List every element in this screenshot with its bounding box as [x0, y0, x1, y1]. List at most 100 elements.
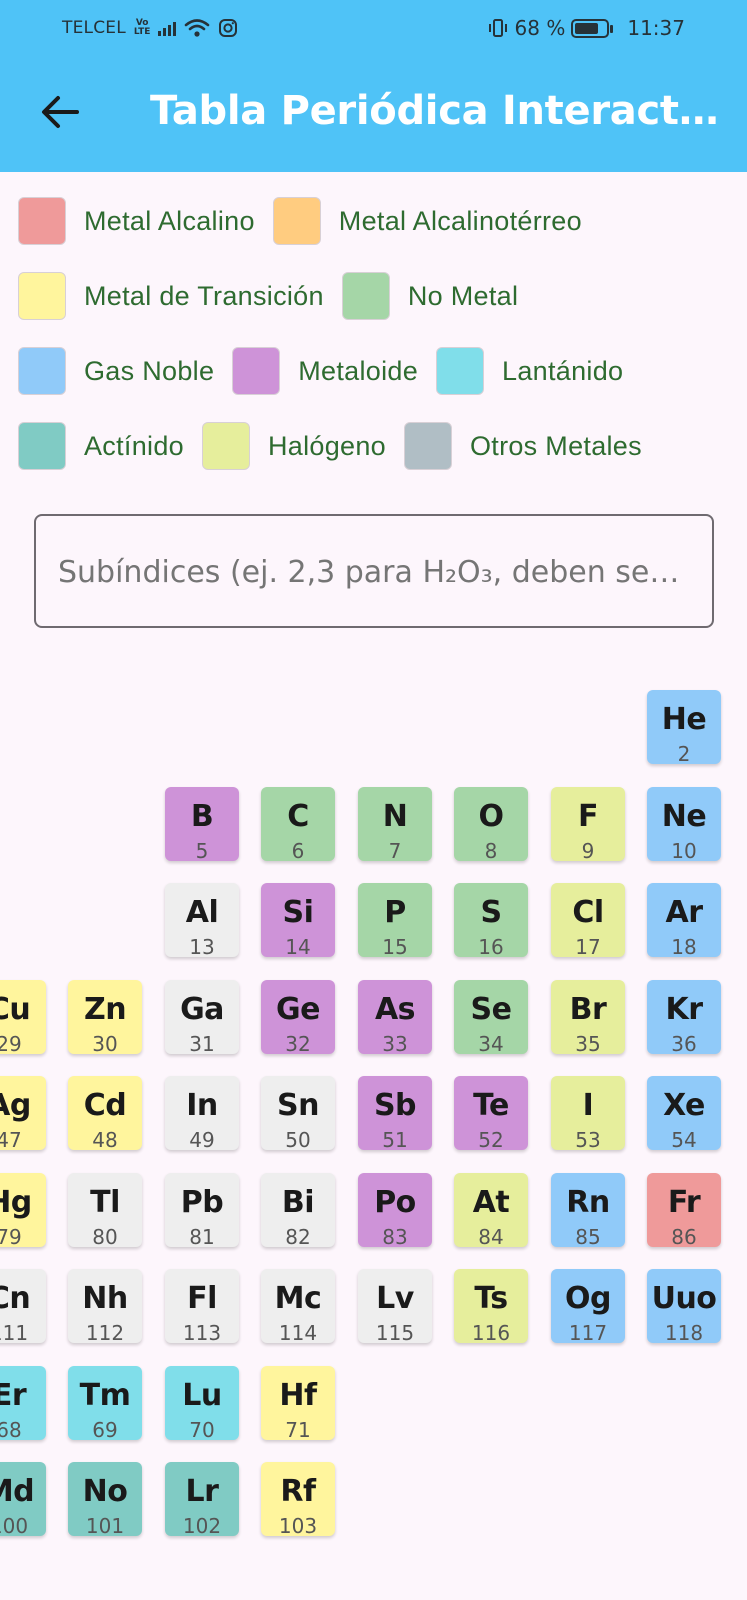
element-symbol: Zn [83, 992, 127, 1027]
element-tile[interactable]: Tm 69 [68, 1366, 142, 1442]
element-tile[interactable]: Cu 29 [0, 980, 46, 1056]
element-symbol: Ag [0, 1088, 31, 1123]
element-tile[interactable]: S 16 [454, 883, 528, 959]
element-tile[interactable]: Cd 48 [68, 1076, 142, 1152]
element-tile[interactable]: Si 14 [261, 883, 335, 959]
element-tile[interactable]: Sn 50 [261, 1076, 335, 1152]
legend-label: Metal Alcalinotérreo [338, 205, 582, 236]
element-tile[interactable]: Ag 47 [0, 1076, 46, 1152]
element-symbol: Tm [79, 1378, 131, 1413]
element-tile[interactable]: P 15 [358, 883, 432, 959]
element-tile[interactable]: No 101 [68, 1462, 142, 1538]
element-tile[interactable]: Rf 103 [261, 1462, 335, 1538]
element-number: 102 [182, 1514, 222, 1538]
category-legend: Metal Alcalino Metal Alcalinotérreo Metal … [18, 197, 747, 497]
element-tile[interactable]: Md 100 [0, 1462, 46, 1538]
element-number: 111 [0, 1321, 29, 1345]
element-symbol: Lv [376, 1281, 414, 1316]
element-number: 9 [581, 839, 595, 863]
element-tile[interactable]: Er 68 [0, 1366, 46, 1442]
element-tile[interactable]: I 53 [551, 1076, 625, 1152]
element-tile[interactable]: Bi 82 [261, 1173, 335, 1249]
battery-percent: 68 % [514, 16, 566, 40]
element-tile[interactable]: Lu 70 [165, 1366, 239, 1442]
element-tile[interactable]: O8 [454, 787, 528, 863]
element-number: 48 [92, 1128, 118, 1152]
element-tile[interactable]: Cl 17 [551, 883, 625, 959]
element-tile[interactable]: Mc 114 [261, 1269, 335, 1345]
element-number: 30 [92, 1032, 118, 1056]
element-number: 13 [189, 935, 215, 959]
element-symbol: I [582, 1088, 594, 1123]
element-tile[interactable]: Pb 81 [165, 1173, 239, 1249]
element-symbol: In [186, 1088, 218, 1123]
element-tile[interactable]: Sb 51 [358, 1076, 432, 1152]
legend-row: Metal Alcalino Metal Alcalinotérreo [18, 197, 747, 245]
element-tile[interactable]: Xe 54 [647, 1076, 721, 1152]
element-tile[interactable]: F9 [551, 787, 625, 863]
element-symbol: Hg [0, 1185, 32, 1220]
element-number: 36 [671, 1032, 697, 1056]
element-tile[interactable]: Hf 71 [261, 1366, 335, 1442]
element-tile[interactable]: Br 35 [551, 980, 625, 1056]
legend-item: No Metal [341, 272, 536, 320]
element-tile[interactable]: Lv 115 [358, 1269, 432, 1345]
element-tile[interactable]: Zn 30 [68, 980, 142, 1056]
element-number: 2 [677, 742, 691, 766]
element-tile[interactable]: Tl 80 [68, 1173, 142, 1249]
legend-swatch [18, 347, 66, 395]
legend-item: Actínido [18, 422, 202, 470]
element-tile[interactable]: Se 34 [454, 980, 528, 1056]
element-tile[interactable]: Rn 85 [551, 1173, 625, 1249]
element-tile[interactable]: Ar 18 [647, 883, 721, 959]
element-number: 68 [0, 1418, 22, 1442]
legend-swatch [18, 272, 66, 320]
element-tile[interactable]: Og 117 [551, 1269, 625, 1345]
subscripts-input[interactable] [58, 546, 698, 598]
element-symbol: Md [0, 1474, 35, 1509]
battery-icon [571, 18, 614, 38]
element-symbol: Se [470, 992, 512, 1027]
element-tile[interactable]: In 49 [165, 1076, 239, 1152]
element-symbol: Lr [185, 1474, 219, 1509]
element-symbol: F [578, 799, 599, 834]
element-tile[interactable]: B5 [165, 787, 239, 863]
legend-row: Actínido Halógeno Otros Metales [18, 422, 747, 470]
element-symbol: Cl [572, 895, 604, 930]
element-tile[interactable]: Uuo 118 [647, 1269, 721, 1345]
legend-item: Metaloide [232, 347, 436, 395]
subscripts-field[interactable] [34, 514, 714, 628]
back-button[interactable] [34, 86, 86, 138]
element-tile[interactable]: Fl 113 [165, 1269, 239, 1345]
legend-label: Otros Metales [469, 430, 642, 461]
element-number: 14 [285, 935, 311, 959]
element-tile[interactable]: Kr 36 [647, 980, 721, 1056]
periodic-table[interactable]: He2B5C6N7O8F9Ne10Al13Si14P15S16Cl17Ar18C… [0, 640, 747, 1600]
element-tile[interactable]: As 33 [358, 980, 432, 1056]
element-tile[interactable]: Al 13 [165, 883, 239, 959]
element-tile[interactable]: Te 52 [454, 1076, 528, 1152]
element-tile[interactable]: Lr 102 [165, 1462, 239, 1538]
element-tile[interactable]: Hg 79 [0, 1173, 46, 1249]
element-symbol: Mc [274, 1281, 322, 1316]
element-tile[interactable]: He 2 [647, 690, 721, 766]
element-tile[interactable]: Cn 111 [0, 1269, 46, 1345]
element-tile[interactable]: At 84 [454, 1173, 528, 1249]
element-tile[interactable]: Ga 31 [165, 980, 239, 1056]
element-tile[interactable]: Ge 32 [261, 980, 335, 1056]
element-number: 53 [575, 1128, 601, 1152]
legend-item: Lantánido [436, 347, 641, 395]
element-tile[interactable]: C6 [261, 787, 335, 863]
element-tile[interactable]: N7 [358, 787, 432, 863]
element-tile[interactable]: Ne 10 [647, 787, 721, 863]
element-tile[interactable]: Nh 112 [68, 1269, 142, 1345]
element-tile[interactable]: Po 83 [358, 1173, 432, 1249]
legend-item: Metal Alcalinotérreo [272, 197, 600, 245]
element-number: 116 [471, 1321, 511, 1345]
element-number: 100 [0, 1514, 29, 1538]
element-tile[interactable]: Ts 116 [454, 1269, 528, 1345]
element-tile[interactable]: Fr 86 [647, 1173, 721, 1249]
carrier-name: TELCEL [62, 18, 126, 38]
element-symbol: N [382, 799, 408, 834]
element-symbol: Lu [182, 1378, 222, 1413]
